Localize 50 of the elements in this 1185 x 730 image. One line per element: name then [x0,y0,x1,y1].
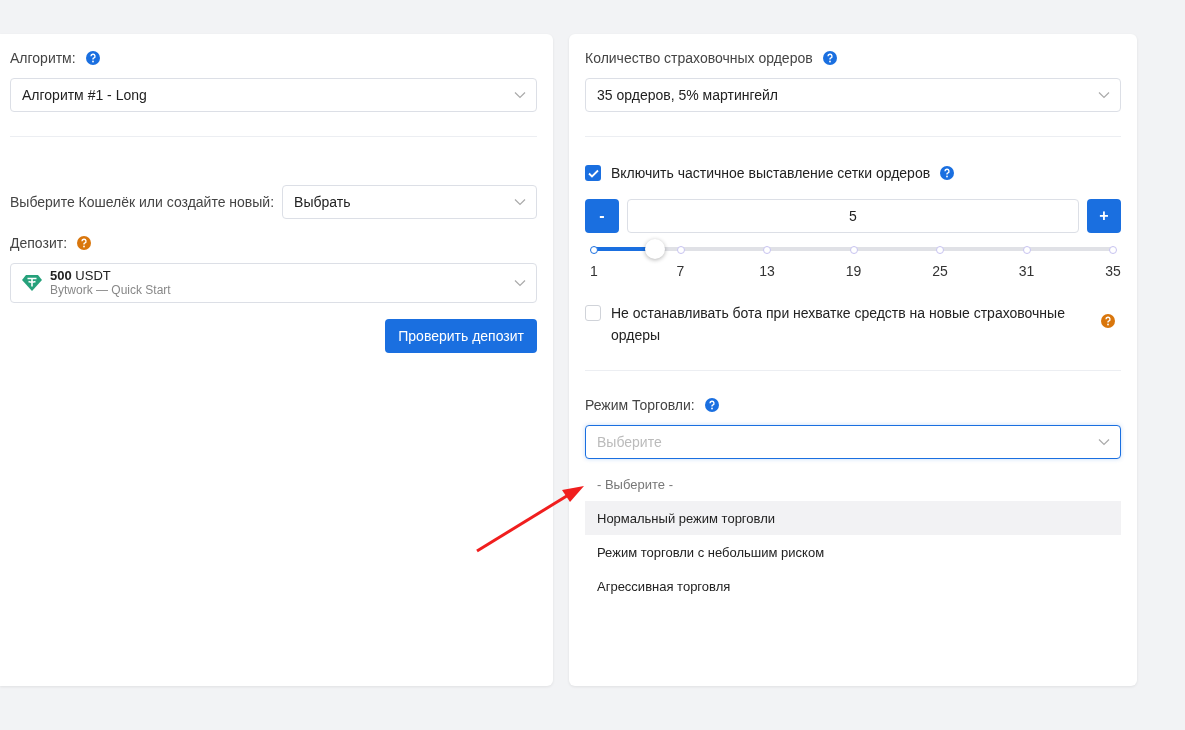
help-icon[interactable] [85,51,100,65]
slider-step-dot [590,246,598,254]
chevron-down-icon [514,91,526,99]
slider-step-dot [849,246,858,254]
tick-label: 13 [759,263,775,279]
checkbox-label: Не останавливать бота при нехватке средств на новые страховочные ордеры [611,304,1066,345]
field-label: Режим Торговли: [585,397,695,413]
chevron-down-icon [514,279,526,287]
slider-step-dot [676,246,685,254]
dropdown-option[interactable]: - Выберите - [585,467,1121,501]
checkbox[interactable] [585,165,601,181]
field-label: Депозит: [10,235,68,251]
chevron-down-icon [514,198,526,206]
slider-step-dot [1022,246,1031,254]
slider-step-dot [763,246,771,254]
check-deposit-button[interactable]: Проверить депозит [385,319,537,353]
field-label: Количество страховочных ордеров [585,50,813,66]
help-icon[interactable] [822,51,837,65]
help-icon[interactable] [940,166,955,180]
chevron-down-icon [1098,438,1110,446]
coin-icon [22,274,42,292]
tick-label: 1 [590,263,598,279]
slider-step-dot [936,246,944,254]
deposit-source: Bytwork — Quick Start [50,283,171,297]
slider-thumb[interactable] [645,239,666,259]
tick-label: 25 [932,263,948,279]
dropdown-option[interactable]: Режим торговли с небольшим риском [585,535,1121,569]
orders-select[interactable]: 35 ордеров, 5% мартингейл [585,78,1121,112]
field-label: Алгоритм: [10,50,76,66]
tick-label: 31 [1018,263,1035,279]
increment-button[interactable]: + [1087,199,1121,233]
dropdown-option[interactable]: Агрессивная торговля [585,569,1121,603]
chevron-down-icon [1098,91,1110,99]
checkbox-label: Включить частичное выставление сетки ордеров [611,165,931,181]
help-icon[interactable] [1101,314,1115,328]
help-icon[interactable] [704,398,719,412]
tick-label: 7 [676,263,685,279]
help-icon[interactable] [77,236,92,250]
tick-label: 19 [845,263,862,279]
wallet-select[interactable]: Выбрать [282,185,537,219]
count-input[interactable]: 5 [627,199,1079,233]
slider-step-dot [1109,246,1117,254]
deposit-amount: 500 USDT [50,269,112,283]
tick-label: 35 [1105,263,1121,279]
deposit-select[interactable]: 500 USDT Bytwork — Quick Start [10,263,537,303]
dropdown-option[interactable]: Нормальный режим торговли [585,501,1121,535]
checkbox[interactable] [585,305,601,321]
decrement-button[interactable]: - [585,199,619,233]
field-label: Выберите Кошелёк или создайте новый: [10,194,275,210]
algorithm-select[interactable]: Алгоритм #1 - Long [10,78,537,112]
